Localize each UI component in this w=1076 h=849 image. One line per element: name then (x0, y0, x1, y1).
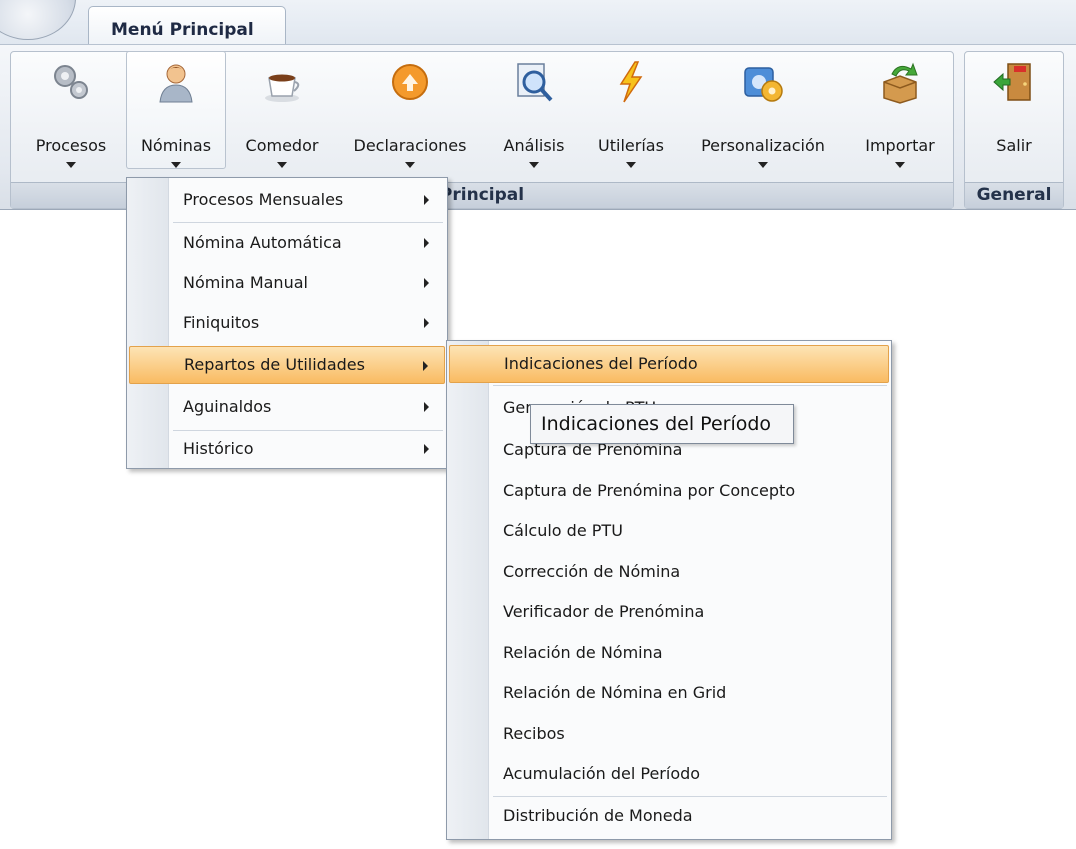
menu-item-label: Histórico (183, 439, 254, 458)
salir-label: Salir (996, 136, 1032, 155)
menu-item-procesos-mensuales[interactable]: Procesos Mensuales (129, 181, 445, 219)
submenu-item-calculo-de-ptu[interactable]: Cálculo de PTU (449, 512, 889, 550)
menu-item-label: Relación de Nómina en Grid (503, 683, 727, 702)
menu-item-label: Cálculo de PTU (503, 521, 623, 540)
chevron-down-icon (626, 162, 636, 168)
menu-item-label: Nómina Automática (183, 233, 342, 252)
procesos-label: Procesos (35, 136, 107, 155)
procesos-button[interactable]: Procesos (24, 51, 118, 169)
menu-item-historico[interactable]: Histórico (129, 430, 445, 468)
personalizacion-label: Personalización (701, 136, 825, 155)
submenu-item-correccion-de-nomina[interactable]: Corrección de Nómina (449, 553, 889, 591)
coffee-cup-icon (265, 74, 300, 102)
menu-item-label: Distribución de Moneda (503, 806, 693, 825)
menu-item-aguinaldos[interactable]: Aguinaldos (129, 388, 445, 426)
chevron-down-icon (529, 162, 539, 168)
user-icon (159, 64, 193, 103)
menu-item-label: Indicaciones del Período (504, 354, 698, 373)
submenu-item-verificador-de-prenomina[interactable]: Verificador de Prenómina (449, 593, 889, 631)
menu-item-nomina-automatica[interactable]: Nómina Automática (129, 224, 445, 262)
submenu-item-indicaciones-del-periodo[interactable]: Indicaciones del Período (449, 345, 889, 383)
chevron-down-icon (895, 162, 905, 168)
chevron-down-icon (405, 162, 415, 168)
analisis-button[interactable]: Análisis (494, 51, 574, 169)
chevron-right-icon (424, 195, 429, 205)
menu-item-nomina-manual[interactable]: Nómina Manual (129, 264, 445, 302)
utilerias-label: Utilerías (598, 136, 664, 155)
chevron-right-icon (424, 402, 429, 412)
tab-strip: Menú Principal (0, 0, 1076, 48)
menu-item-label: Acumulación del Período (503, 764, 701, 783)
menu-item-label: Corrección de Nómina (503, 562, 681, 581)
chevron-down-icon (66, 162, 76, 168)
nominas-menu: Procesos Mensuales Nómina Automática Nóm… (126, 177, 448, 469)
lightning-icon (619, 61, 643, 103)
menu-item-label: Captura de Prenómina por Concepto (503, 481, 796, 500)
tab-menu-principal[interactable]: Menú Principal (88, 6, 286, 48)
menu-item-label: Nómina Manual (183, 273, 308, 292)
menu-item-label: Procesos Mensuales (183, 190, 344, 209)
declaraciones-label: Declaraciones (353, 136, 467, 155)
menu-item-repartos-de-utilidades[interactable]: Repartos de Utilidades (129, 346, 445, 384)
chevron-right-icon (424, 444, 429, 454)
menu-item-label: Aguinaldos (183, 397, 272, 416)
nominas-label: Nóminas (140, 136, 212, 155)
submenu-item-relacion-de-nomina-en-grid[interactable]: Relación de Nómina en Grid (449, 674, 889, 712)
chevron-right-icon (424, 238, 429, 248)
submenu-item-distribucion-de-moneda[interactable]: Distribución de Moneda (449, 797, 889, 835)
menu-item-finiquitos[interactable]: Finiquitos (129, 304, 445, 342)
declaraciones-button[interactable]: Declaraciones (340, 51, 480, 169)
submenu-item-recibos[interactable]: Recibos (449, 715, 889, 753)
chevron-down-icon (277, 162, 287, 168)
analisis-label: Análisis (503, 136, 565, 155)
comedor-button[interactable]: Comedor (234, 51, 330, 169)
tooltip: Indicaciones del Período (530, 404, 794, 444)
personalizacion-button[interactable]: Personalización (688, 51, 838, 169)
magnifier-icon (517, 63, 553, 102)
submenu-item-acumulacion-del-periodo[interactable]: Acumulación del Período (449, 755, 889, 793)
orange-arrow-icon (392, 64, 428, 100)
submenu-item-captura-de-prenomina-por-concepto[interactable]: Captura de Prenómina por Concepto (449, 472, 889, 510)
menu-item-label: Recibos (503, 724, 565, 743)
importar-button[interactable]: Importar (852, 51, 948, 169)
utilerias-button[interactable]: Utilerías (588, 51, 674, 169)
menu-item-label: Repartos de Utilidades (184, 355, 365, 374)
chevron-down-icon (758, 162, 768, 168)
menu-item-label: Relación de Nómina (503, 643, 663, 662)
exit-door-icon (993, 63, 1031, 101)
menu-separator (493, 385, 887, 386)
application-orb-button[interactable] (0, 0, 76, 40)
group-caption-general: General (965, 182, 1063, 208)
settings-icon (744, 67, 783, 102)
menu-separator (173, 222, 443, 223)
comedor-label: Comedor (245, 136, 319, 155)
chevron-down-icon (171, 162, 181, 168)
chevron-right-icon (423, 361, 428, 371)
menu-item-label: Finiquitos (183, 313, 260, 332)
import-box-icon (883, 62, 918, 104)
importar-label: Importar (865, 136, 935, 155)
gears-icon (54, 65, 88, 99)
nominas-button[interactable]: Nóminas (126, 51, 226, 169)
chevron-right-icon (424, 278, 429, 288)
menu-item-label: Verificador de Prenómina (503, 602, 705, 621)
submenu-item-relacion-de-nomina[interactable]: Relación de Nómina (449, 634, 889, 672)
salir-button[interactable]: Salir (972, 51, 1056, 169)
chevron-right-icon (424, 318, 429, 328)
